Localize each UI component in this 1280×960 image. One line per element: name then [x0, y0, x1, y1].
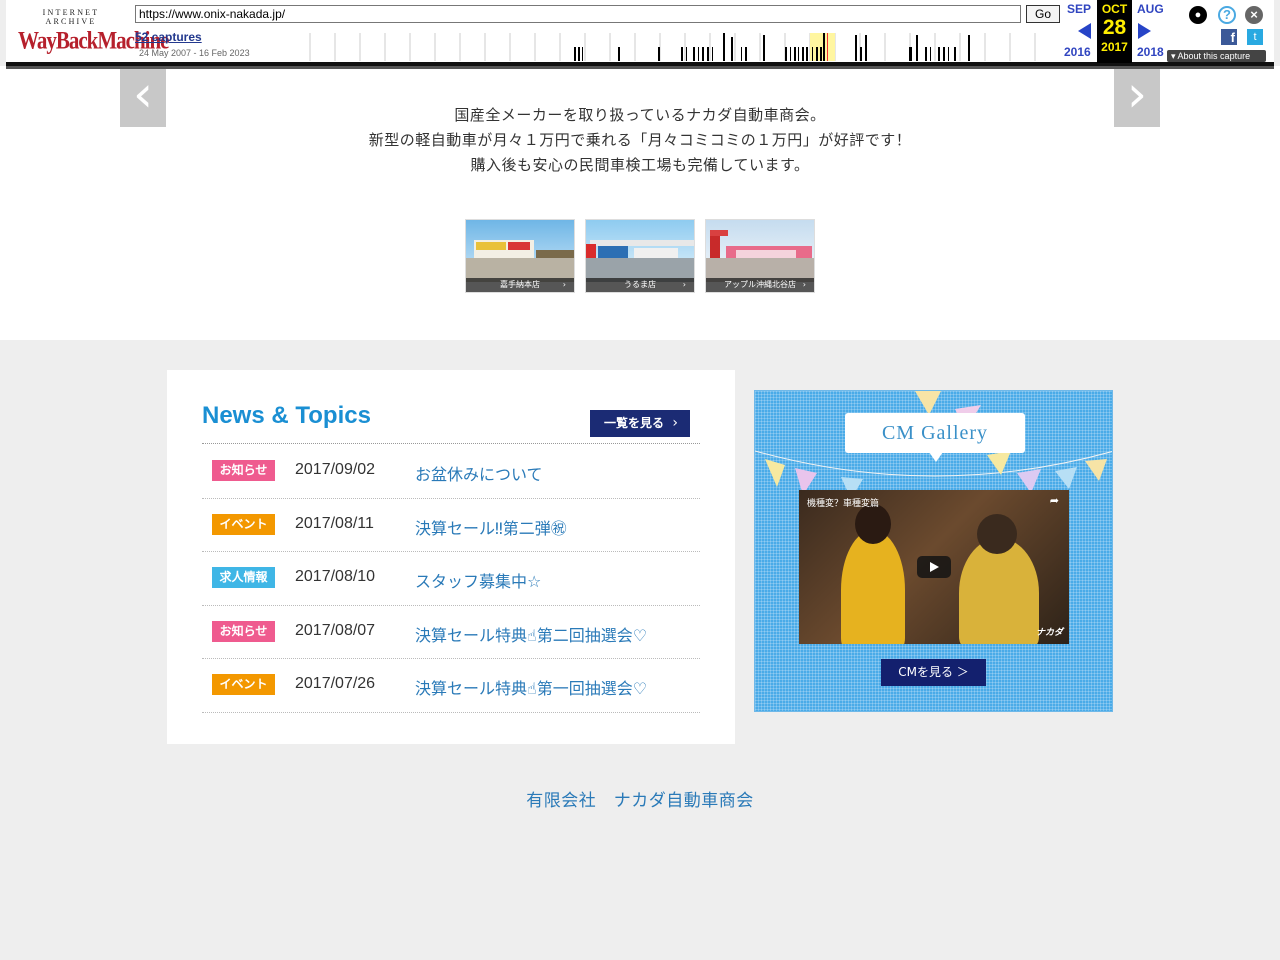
cm-gallery-panel: CM Gallery 機種変？車種変篇 ➦ ナカダ CMを見る ＞	[754, 390, 1113, 712]
wayback-url-input[interactable]	[135, 5, 1021, 23]
help-icon[interactable]: ?	[1218, 6, 1236, 24]
twitter-icon[interactable]: t	[1247, 29, 1263, 45]
wayback-prev-arrow-icon[interactable]	[1078, 23, 1091, 39]
news-title: News & Topics	[202, 402, 371, 429]
news-category-badge: お知らせ	[212, 460, 275, 481]
wayback-current-date: OCT 28 2017	[1097, 0, 1132, 63]
intro-text: 国産全メーカーを取り扱っているナカダ自動車商会。 新型の軽自動車が月々１万円で乗…	[0, 103, 1280, 178]
cm-gallery-title: CM Gallery	[845, 413, 1025, 453]
shop-sign	[476, 242, 506, 250]
facebook-icon[interactable]: f	[1221, 29, 1237, 45]
wayback-about-label: About this capture	[1177, 51, 1251, 61]
chevron-right-icon: ›	[682, 280, 686, 289]
close-icon[interactable]: ×	[1245, 6, 1263, 24]
cm-view-button[interactable]: CMを見る ＞	[881, 659, 986, 686]
intro-line: 国産全メーカーを取り扱っているナカダ自動車商会。	[454, 106, 826, 124]
news-date: 2017/08/10	[295, 568, 376, 586]
wayback-next-year[interactable]: 2018	[1137, 45, 1164, 59]
shop-caption: 嘉手納本店 ›	[466, 278, 574, 292]
shop-sign	[736, 250, 796, 258]
chevron-right-icon: ›	[802, 280, 806, 289]
wayback-current-year: 2017	[1101, 40, 1128, 54]
wayback-captures-link[interactable]: 52 captures	[135, 30, 202, 44]
shop-card-kadena[interactable]: 嘉手納本店 ›	[465, 219, 575, 293]
news-title-link[interactable]: 決算セール‼第二弾㊗	[415, 515, 567, 539]
wayback-go-button[interactable]: Go	[1026, 5, 1060, 23]
wayback-about-capture[interactable]: ▾ About this capture	[1167, 50, 1266, 62]
news-title-link[interactable]: お盆休みについて	[415, 461, 543, 485]
news-category-badge: 求人情報	[212, 567, 275, 589]
sparkline-current-year	[810, 33, 835, 61]
wayback-logo-main: WayBackMachine	[18, 25, 170, 55]
video-person	[841, 530, 905, 644]
wayback-prev-month[interactable]: SEP	[1067, 2, 1091, 16]
news-item[interactable]: お知らせ 2017/08/07 決算セール特典☝第二回抽選会♡	[202, 606, 700, 660]
news-date: 2017/07/26	[295, 675, 376, 693]
cm-video-logo: ナカダ	[1035, 628, 1063, 638]
news-view-all-label: 一覧を見る	[604, 416, 665, 430]
intro-line: 購入後も安心の民間車検工場も完備しています。	[470, 156, 810, 174]
news-item[interactable]: 求人情報 2017/08/10 スタッフ募集中☆	[202, 552, 700, 606]
wayback-date-range: 24 May 2007 - 16 Feb 2023	[139, 48, 250, 58]
cm-video-player[interactable]: 機種変？車種変篇 ➦ ナカダ	[799, 490, 1069, 644]
wayback-next-arrow-icon[interactable]	[1138, 23, 1151, 39]
speech-bubble-tail	[929, 452, 943, 462]
shop-card-uruma[interactable]: うるま店 ›	[585, 219, 695, 293]
news-view-all-button[interactable]: 一覧を見る ›	[590, 410, 690, 437]
news-date: 2017/08/11	[295, 514, 374, 532]
shop-label: うるま店	[624, 280, 656, 289]
intro-line: 新型の軽自動車が月々１万円で乗れる「月々コミコミの１万円」が好評です！	[368, 131, 912, 149]
news-date: 2017/09/02	[295, 461, 376, 478]
news-category-badge: イベント	[212, 674, 275, 696]
news-title-link[interactable]: 決算セール特典☝第一回抽選会♡	[415, 675, 647, 699]
divider	[202, 443, 700, 444]
hero-section: ‹ › 国産全メーカーを取り扱っているナカダ自動車商会。 新型の軽自動車が月々１…	[0, 66, 1280, 340]
news-date: 2017/08/07	[295, 621, 376, 639]
shop-card-chatan[interactable]: アップル沖縄北谷店 ›	[705, 219, 815, 293]
chevron-right-icon: ›	[562, 280, 566, 289]
shop-label: アップル沖縄北谷店	[724, 280, 796, 289]
footer-company-name: 有限会社 ナカダ自動車商会	[526, 791, 754, 811]
shop-caption: うるま店 ›	[586, 278, 694, 292]
wayback-capture-sparkline[interactable]	[285, 33, 1060, 61]
news-title-link[interactable]: 決算セール特典☝第二回抽選会♡	[415, 622, 647, 646]
wayback-current-month: OCT	[1101, 2, 1128, 16]
share-icon[interactable]: ➦	[1050, 494, 1059, 507]
shop-sign	[508, 242, 530, 250]
news-panel: News & Topics 一覧を見る › お知らせ 2017/09/02 お盆…	[167, 370, 735, 744]
news-title-link[interactable]: スタッフ募集中☆	[415, 568, 541, 592]
cm-video-title: 機種変？車種変篇	[807, 499, 880, 509]
news-item[interactable]: イベント 2017/07/26 決算セール特典☝第一回抽選会♡	[202, 659, 700, 713]
video-person-head	[977, 514, 1017, 554]
news-item[interactable]: お知らせ 2017/09/02 お盆休みについて	[202, 445, 700, 499]
wayback-current-day: 28	[1102, 16, 1127, 39]
wayback-next-month[interactable]: AUG	[1137, 2, 1164, 16]
news-item[interactable]: イベント 2017/08/11 決算セール‼第二弾㊗	[202, 499, 700, 553]
shop-label: 嘉手納本店	[500, 280, 540, 289]
user-icon[interactable]: ●	[1189, 6, 1207, 24]
news-list: お知らせ 2017/09/02 お盆休みについて イベント 2017/08/11…	[202, 445, 700, 713]
wayback-logo-top: INTERNET ARCHIVE	[42, 8, 100, 26]
chevron-right-icon: ›	[672, 415, 678, 431]
wayback-toolbar: INTERNET ARCHIVE WayBackMachine Go 52 ca…	[6, 0, 1274, 66]
wayback-prev-year[interactable]: 2016	[1064, 45, 1091, 59]
play-icon[interactable]	[917, 556, 951, 578]
news-category-badge: イベント	[212, 513, 275, 535]
shop-caption: アップル沖縄北谷店 ›	[706, 278, 814, 292]
sparkline-capture-bars	[574, 33, 970, 61]
news-category-badge: お知らせ	[212, 620, 275, 642]
wayback-logo[interactable]: INTERNET ARCHIVE WayBackMachine	[18, 8, 170, 54]
video-person-head	[855, 504, 891, 544]
